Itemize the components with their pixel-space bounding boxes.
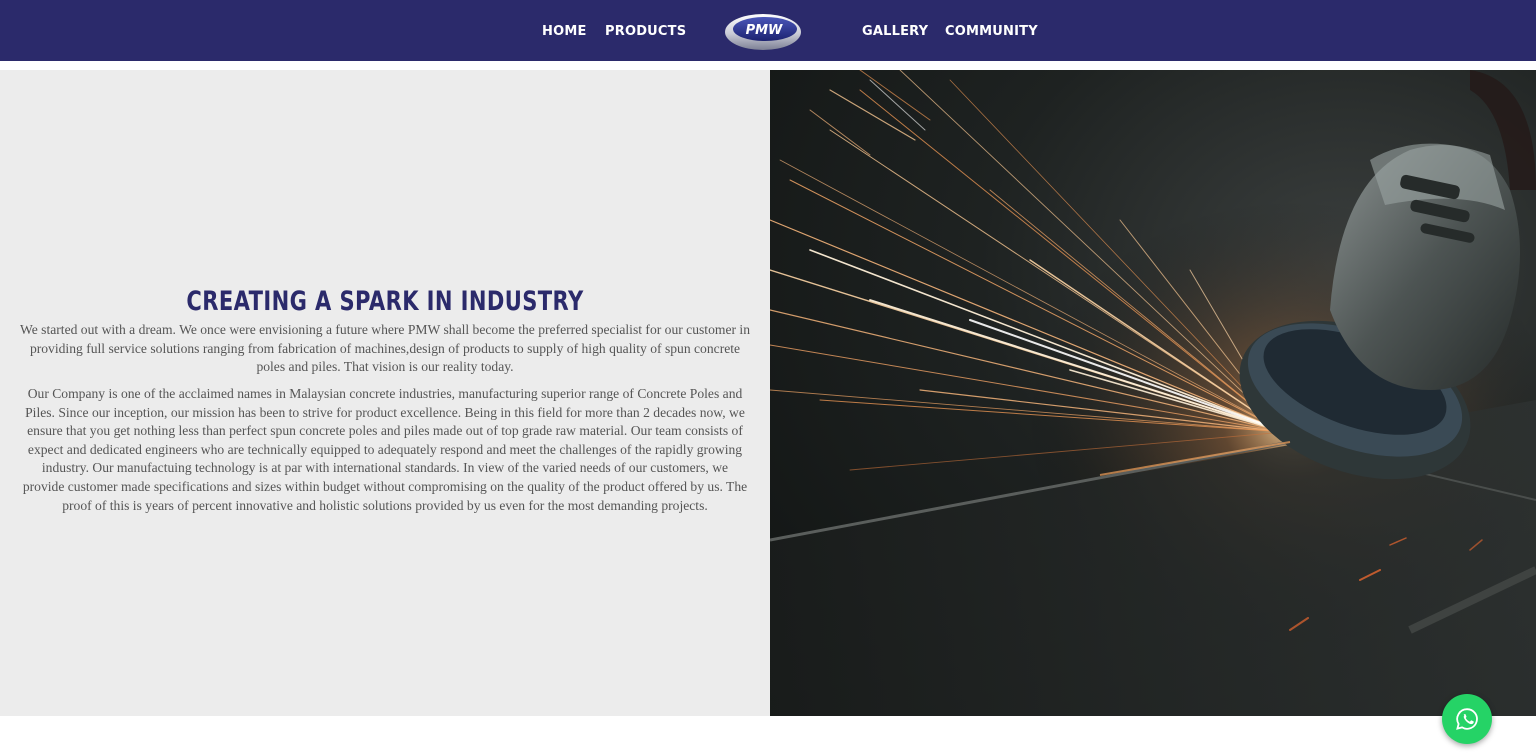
logo-text: PMW [746,23,783,38]
footer-strip [0,716,1536,756]
whatsapp-chat-button[interactable] [1442,694,1492,744]
whatsapp-icon [1456,708,1478,730]
top-navbar: HOME PRODUCTS PMW GALLERY COMMUNITY [0,0,1536,61]
about-headline: CREATING A SPARK IN INDUSTRY [186,286,584,317]
about-paragraph-1: We started out with a dream. We once wer… [20,322,750,375]
nav-home[interactable]: HOME [542,24,587,39]
nav-community[interactable]: COMMUNITY [945,24,1038,39]
nav-gallery[interactable]: GALLERY [862,24,928,39]
hero-image [770,70,1536,716]
about-paragraph-2: Our Company is one of the acclaimed name… [22,386,748,513]
about-section: CREATING A SPARK IN INDUSTRY We started … [0,70,770,716]
pmw-logo[interactable]: PMW [724,13,802,51]
header-spacer [0,61,1536,70]
grinder-sparks-image [770,70,1536,716]
nav-products[interactable]: PRODUCTS [605,24,686,39]
